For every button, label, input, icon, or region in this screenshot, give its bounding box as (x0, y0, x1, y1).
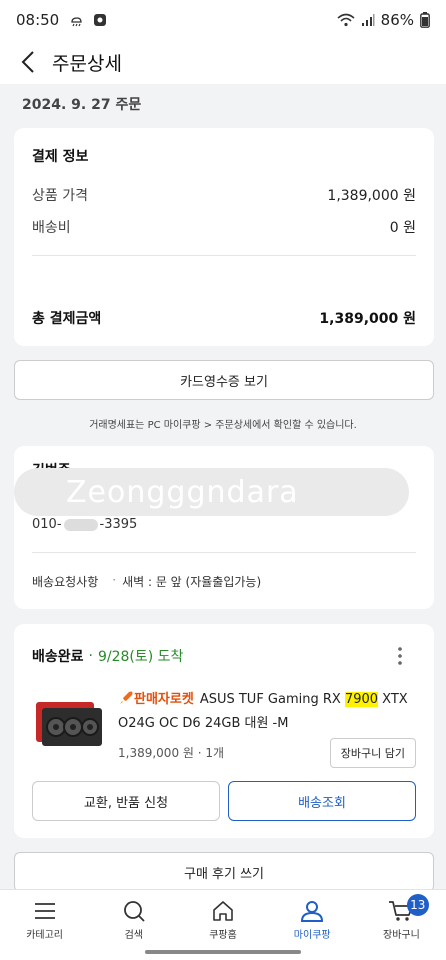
price-label: 상품 가격 (32, 188, 88, 204)
shipping-value: 0 원 (389, 220, 416, 236)
write-review-button[interactable]: 구매 후기 쓰기 (14, 852, 434, 892)
blurred-address-text: Zeongggndara (66, 474, 299, 510)
status-time: 08:50 (16, 11, 60, 29)
tab-cart[interactable]: 장바구니 13 (357, 890, 446, 960)
back-button[interactable] (14, 48, 42, 76)
total-label: 총 결제금액 (32, 311, 102, 327)
price-row: 상품 가격 1,389,000 원 (32, 185, 416, 205)
delivery-request: 배송요청사항 · 새벽 : 문 앞 (자율출입가능) (32, 573, 262, 589)
product-name-highlight: 7900 (344, 692, 379, 707)
divider (32, 255, 416, 256)
total-row: 총 결제금액 1,389,000 원 (32, 308, 416, 328)
product-image[interactable] (32, 696, 108, 752)
wifi-icon (337, 13, 355, 27)
page-title: 주문상세 (52, 52, 122, 75)
track-delivery-button[interactable]: 배송조회 (228, 781, 416, 821)
price-value: 1,389,000 원 (327, 188, 416, 204)
menu-icon (34, 903, 55, 919)
page-header: 주문상세 (0, 40, 446, 84)
shipping-label: 배송비 (32, 220, 71, 236)
shipping-address-card: 김범준 Zeongggndara 010- -3395 배송요청사항 · 새벽 … (14, 446, 434, 609)
app-notification-icon (94, 14, 107, 26)
delivery-request-value: 새벽 : 문 앞 (자율출입가능) (122, 575, 262, 589)
product-name-start: ASUS TUF Gaming RX (199, 692, 345, 707)
home-icon (213, 901, 233, 921)
seller-rocket-badge: 판매자로켓 (134, 692, 194, 707)
weather-icon (71, 17, 82, 27)
price-quantity: 1,389,000 원 · 1개 (118, 746, 225, 760)
search-icon (123, 901, 145, 922)
arrival-date: 9/28(토) 도착 (97, 649, 184, 665)
delivery-status-label: 배송완료 (32, 649, 84, 665)
more-vertical-icon (398, 647, 402, 665)
statement-notice: 거래명세표는 PC 마이쿠팡 > 주문상세에서 확인할 수 있습니다. (89, 420, 357, 431)
add-to-cart-button[interactable]: 장바구니 담기 (329, 738, 416, 768)
tab-label: 장바구니 (383, 930, 420, 941)
status-bar: 08:50 86% (0, 0, 446, 40)
tab-category[interactable]: 카테고리 (0, 890, 89, 960)
person-icon (301, 901, 324, 922)
rocket-icon (120, 691, 133, 704)
battery-icon (420, 12, 430, 28)
tab-label: 쿠팡홈 (209, 930, 237, 941)
payment-title: 결제 정보 (32, 149, 89, 165)
phone-redaction (63, 518, 98, 531)
more-options-button[interactable] (390, 646, 410, 666)
payment-info-card: 결제 정보 상품 가격 1,389,000 원 배송비 0 원 총 결제금액 1… (14, 128, 434, 346)
tab-label: 검색 (124, 930, 143, 941)
delivery-status: 배송완료 · 9/28(토) 도착 (32, 648, 184, 665)
divider (32, 552, 416, 553)
phone-prefix: 010- (32, 517, 62, 532)
delivery-card: 배송완료 · 9/28(토) 도착 판매자로켓 ASUS TUF Gaming R… (14, 624, 434, 838)
order-date: 2024. 9. 27 주문 (22, 97, 142, 113)
home-indicator[interactable] (145, 950, 301, 954)
phone-suffix: -3395 (99, 517, 138, 532)
delivery-request-label: 배송요청사항 (32, 575, 99, 589)
tab-label: 카테고리 (26, 930, 63, 941)
signal-icon (361, 14, 375, 26)
battery-percent: 86% (380, 11, 414, 29)
redacted-address: Zeongggndara (14, 468, 409, 516)
product-title[interactable]: 판매자로켓 ASUS TUF Gaming RX 7900 XTX O24G OC… (118, 688, 408, 736)
total-value: 1,389,000 원 (319, 311, 416, 327)
cart-count-badge: 13 (406, 894, 429, 916)
card-receipt-button[interactable]: 카드영수증 보기 (14, 360, 434, 400)
exchange-return-button[interactable]: 교환, 반품 신청 (32, 781, 220, 821)
shipping-row: 배송비 0 원 (32, 217, 416, 237)
tab-label: 마이쿠팡 (293, 930, 331, 941)
chevron-left-icon (21, 51, 34, 73)
recipient-phone: 010- -3395 (32, 517, 137, 532)
